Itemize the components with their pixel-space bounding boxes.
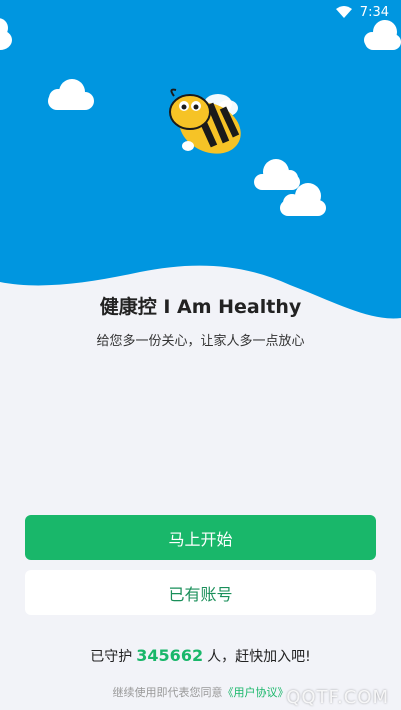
protect-prefix: 已守护 [90,649,133,665]
wifi-icon [335,6,352,18]
hero-banner [0,0,401,319]
start-button[interactable]: 马上开始 [25,515,376,560]
app-title: 健康控 I Am Healthy [99,296,302,318]
protect-suffix: 人，赶快加入吧! [207,649,311,665]
existing-account-button[interactable]: 已有账号 [25,570,376,615]
user-agreement-link[interactable]: 《用户协议》 [223,686,289,699]
start-button-label: 马上开始 [168,529,233,549]
existing-account-button-label: 已有账号 [168,584,233,604]
watermark: QQTF.COM [286,687,389,708]
protected-count-text: 已守护 345662 人，赶快加入吧! [0,646,401,666]
app-subtitle: 给您多一份关心，让家人多一点放心 [96,334,305,349]
sky-background [0,0,401,319]
status-bar: 7:34 [0,0,401,24]
status-time: 7:34 [359,4,389,20]
protect-count: 345662 [136,646,204,665]
agreement-prefix: 继续使用即代表您同意 [112,686,223,699]
